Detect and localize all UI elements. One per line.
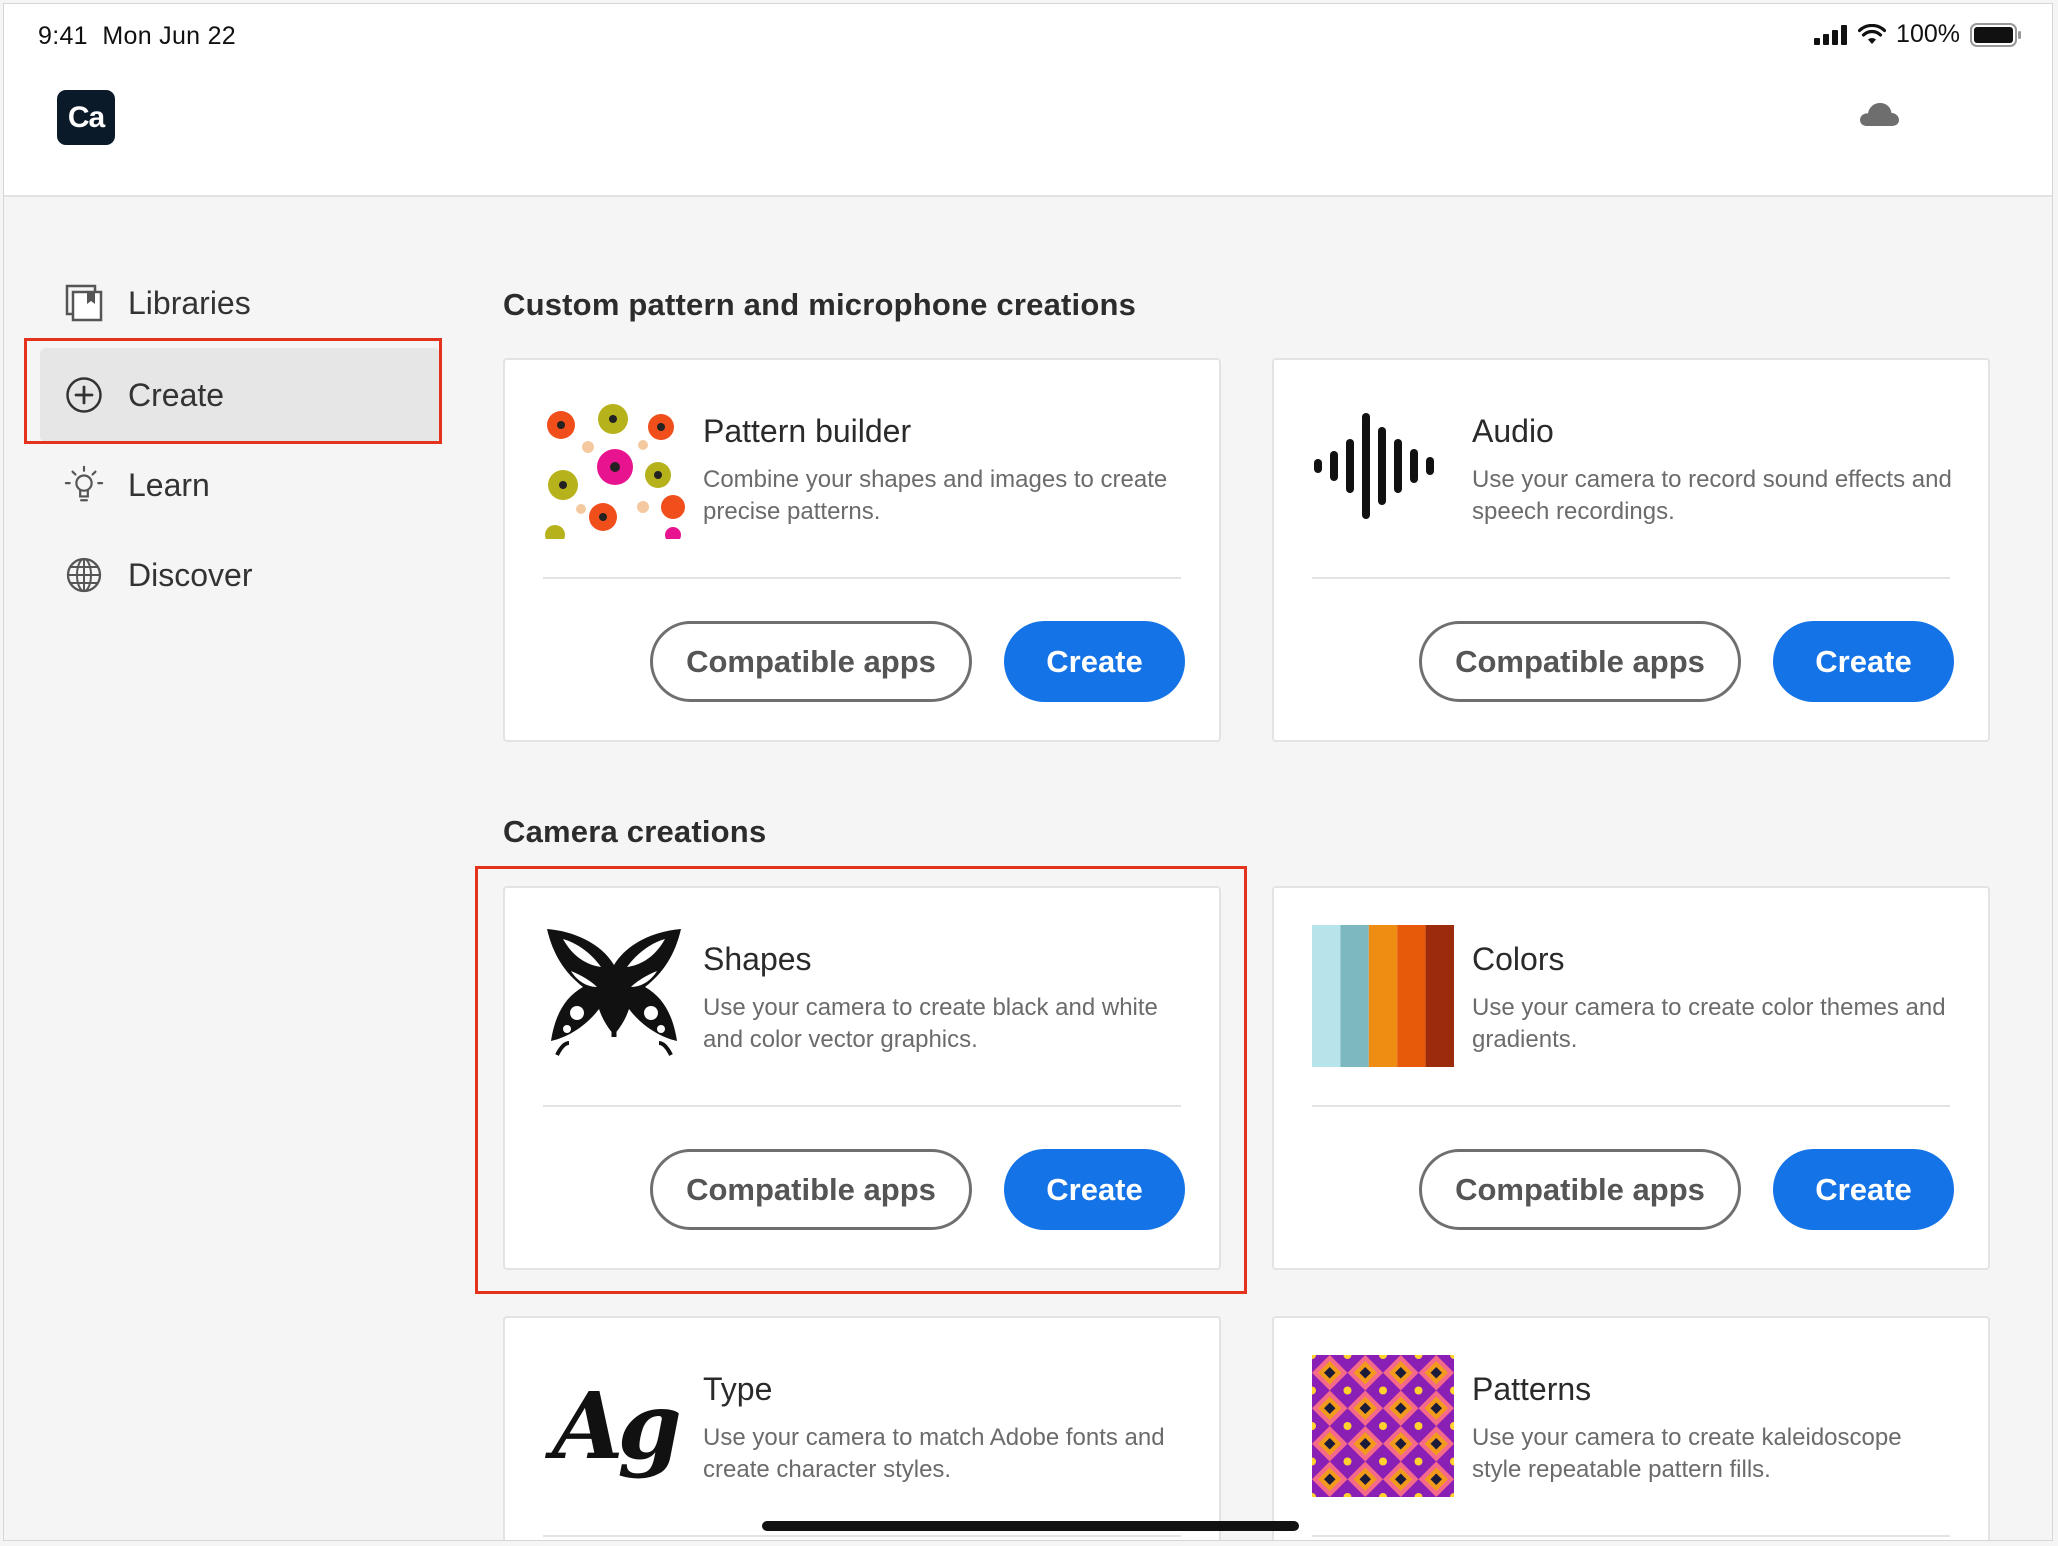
sidebar-label-libraries: Libraries [128, 284, 251, 321]
compatible-apps-button[interactable]: Compatible apps [650, 1149, 972, 1230]
globe-icon [64, 555, 104, 595]
color-swatches-thumbnail [1312, 925, 1454, 1067]
card-title: Type [703, 1371, 773, 1407]
card-description: Use your camera to create black and whit… [703, 994, 1158, 1053]
card-divider [543, 1105, 1181, 1107]
status-clock: 9:41 [38, 22, 88, 50]
flower-pattern-thumbnail [543, 397, 685, 539]
type-ag-thumbnail: Ag [543, 1355, 685, 1497]
create-button[interactable]: Create [1773, 1149, 1954, 1230]
card-description: Use your camera to create kaleidoscope s… [1472, 1424, 1902, 1483]
card-title: Colors [1472, 941, 1565, 977]
card-audio: Audio Use your camera to record sound ef… [1272, 358, 1990, 742]
wifi-icon [1858, 23, 1887, 44]
card-shapes: Shapes Use your camera to create black a… [503, 886, 1221, 1270]
home-indicator[interactable] [762, 1521, 1299, 1531]
sidebar-label-discover: Discover [128, 556, 253, 593]
card-title: Patterns [1472, 1371, 1592, 1407]
cellular-signal-icon [1814, 24, 1848, 45]
cloud-sync-icon[interactable] [1858, 100, 1900, 128]
kaleidoscope-pattern-thumbnail [1312, 1355, 1454, 1497]
sidebar-item-libraries[interactable]: Libraries [40, 256, 440, 350]
card-title: Shapes [703, 941, 812, 977]
audio-waveform-icon [1314, 413, 1434, 519]
status-date: Mon Jun 22 [102, 22, 236, 50]
card-description: Use your camera to match Adobe fonts and… [703, 1424, 1165, 1483]
sidebar-label-create: Create [128, 376, 225, 413]
card-patterns: Patterns Use your camera to create kalei… [1272, 1316, 1990, 1540]
battery-icon [1970, 22, 2021, 47]
type-ag-glyph: Ag [552, 1372, 682, 1480]
compatible-apps-button[interactable]: Compatible apps [1419, 621, 1741, 702]
plus-circle-icon [64, 375, 104, 415]
libraries-icon [64, 283, 104, 323]
status-indicators: 100% [1814, 20, 2022, 49]
card-divider [543, 577, 1181, 579]
card-divider [1312, 577, 1950, 579]
create-button[interactable]: Create [1004, 621, 1185, 702]
battery-percent: 100% [1896, 20, 1960, 48]
card-title: Pattern builder [703, 413, 912, 449]
status-time: 9:41 Mon Jun 22 [38, 22, 236, 51]
create-button[interactable]: Create [1004, 1149, 1185, 1230]
app-logo[interactable]: Ca [57, 90, 115, 145]
app-window: 9:41 Mon Jun 22 100% Ca Libraries Create… [3, 3, 2053, 1541]
butterfly-thumbnail [547, 929, 681, 1056]
card-colors: Colors Use your camera to create color t… [1272, 886, 1990, 1270]
card-type: Ag Type Use your camera to match Adobe f… [503, 1316, 1221, 1540]
compatible-apps-button[interactable]: Compatible apps [650, 621, 972, 702]
sidebar-item-learn[interactable]: Learn [40, 438, 440, 532]
sidebar-item-discover[interactable]: Discover [40, 528, 440, 622]
card-divider [1312, 1105, 1950, 1107]
card-description: Combine your shapes and images to create… [703, 466, 1168, 525]
app-logo-text: Ca [67, 100, 105, 134]
sidebar-item-create[interactable]: Create [40, 348, 440, 442]
section-title-custom: Custom pattern and microphone creations [503, 287, 1137, 322]
card-title: Audio [1472, 413, 1554, 449]
card-description: Use your camera to create color themes a… [1472, 994, 1946, 1053]
create-button[interactable]: Create [1773, 621, 1954, 702]
card-description: Use your camera to record sound effects … [1472, 466, 1952, 525]
card-divider [543, 1535, 1181, 1537]
sidebar-label-learn: Learn [128, 466, 210, 503]
section-title-camera: Camera creations [503, 814, 767, 849]
lightbulb-icon [64, 465, 104, 505]
card-pattern-builder: Pattern builder Combine your shapes and … [503, 358, 1221, 742]
card-divider [1312, 1535, 1950, 1537]
compatible-apps-button[interactable]: Compatible apps [1419, 1149, 1741, 1230]
top-bar: 9:41 Mon Jun 22 100% Ca [4, 4, 2052, 197]
